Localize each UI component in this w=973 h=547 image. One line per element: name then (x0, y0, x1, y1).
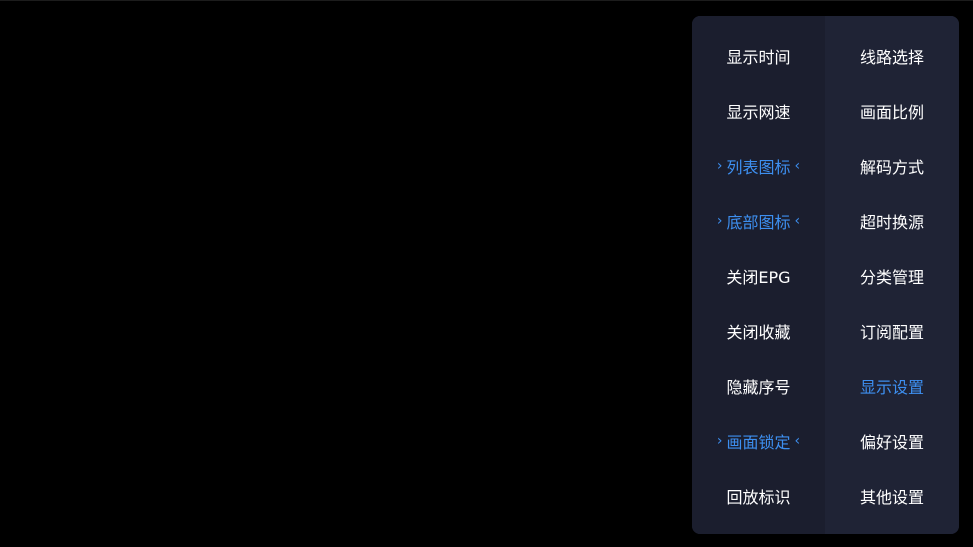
option-label: 显示网速 (726, 102, 791, 122)
category-timeout-switch[interactable]: 超时换源 (825, 193, 959, 248)
selected-marker-right: ‹ (794, 212, 801, 229)
option-list-icon[interactable]: › 列表图标 ‹ (692, 138, 825, 193)
option-label: 画面锁定 (726, 432, 791, 452)
category-preference-settings[interactable]: 偏好设置 (825, 413, 959, 468)
settings-categories-column: 线路选择 画面比例 解码方式 超时换源 分类管理 订阅配置 显示设置 偏好设置 … (825, 16, 959, 534)
category-other-settings[interactable]: 其他设置 (825, 468, 959, 523)
option-hide-numbers[interactable]: 隐藏序号 (692, 358, 825, 413)
option-show-time[interactable]: 显示时间 (692, 28, 825, 83)
selected-marker-left: › (716, 212, 723, 229)
settings-panel: 显示时间 显示网速 › 列表图标 ‹ › 底部图标 ‹ 关闭EPG 关闭收藏 隐… (692, 16, 959, 534)
category-label: 订阅配置 (859, 322, 924, 342)
category-group-manage[interactable]: 分类管理 (825, 248, 959, 303)
option-label: 底部图标 (726, 212, 791, 232)
option-label: 关闭EPG (726, 267, 791, 287)
option-label: 回放标识 (726, 487, 791, 507)
category-line-select[interactable]: 线路选择 (825, 28, 959, 83)
selected-marker-left: › (716, 157, 723, 174)
category-label: 解码方式 (859, 157, 924, 177)
selected-marker-left: › (716, 432, 723, 449)
option-playback-mark[interactable]: 回放标识 (692, 468, 825, 523)
selected-marker-right: ‹ (794, 157, 801, 174)
option-label: 显示时间 (726, 47, 791, 67)
selected-marker-right: ‹ (794, 432, 801, 449)
category-label: 线路选择 (859, 47, 924, 67)
option-lock-screen[interactable]: › 画面锁定 ‹ (692, 413, 825, 468)
option-show-speed[interactable]: 显示网速 (692, 83, 825, 138)
category-subscription-config[interactable]: 订阅配置 (825, 303, 959, 358)
category-label: 偏好设置 (859, 432, 924, 452)
category-label: 分类管理 (859, 267, 924, 287)
category-display-settings[interactable]: 显示设置 (825, 358, 959, 413)
option-label: 隐藏序号 (726, 377, 791, 397)
settings-options-column: 显示时间 显示网速 › 列表图标 ‹ › 底部图标 ‹ 关闭EPG 关闭收藏 隐… (692, 16, 825, 534)
category-label: 显示设置 (859, 377, 924, 397)
option-close-epg[interactable]: 关闭EPG (692, 248, 825, 303)
category-label: 其他设置 (859, 487, 924, 507)
option-label: 列表图标 (726, 157, 791, 177)
category-decode-mode[interactable]: 解码方式 (825, 138, 959, 193)
category-label: 超时换源 (859, 212, 924, 232)
option-bottom-icon[interactable]: › 底部图标 ‹ (692, 193, 825, 248)
top-divider (0, 0, 973, 1)
category-label: 画面比例 (859, 102, 924, 122)
option-close-favorites[interactable]: 关闭收藏 (692, 303, 825, 358)
option-label: 关闭收藏 (726, 322, 791, 342)
category-aspect-ratio[interactable]: 画面比例 (825, 83, 959, 138)
